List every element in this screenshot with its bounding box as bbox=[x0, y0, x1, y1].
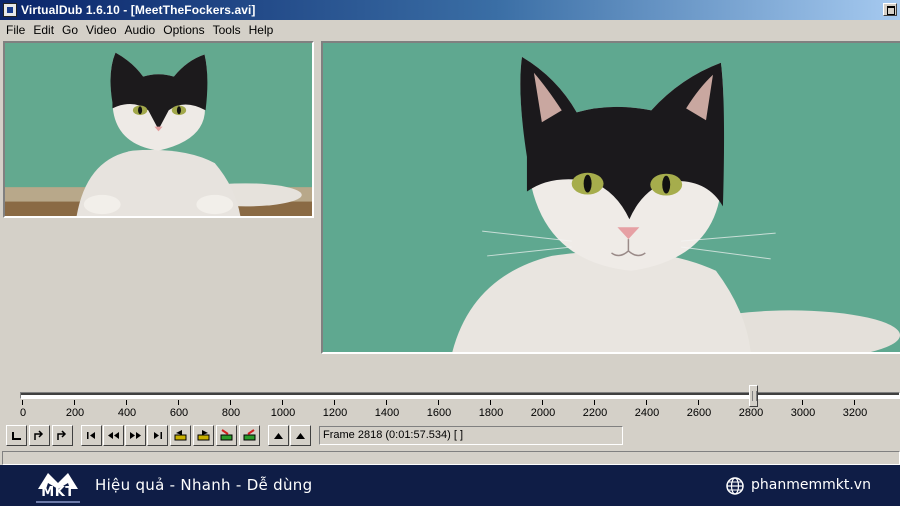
play-output-button[interactable] bbox=[52, 425, 73, 446]
timeline-tick-label: 2200 bbox=[582, 407, 608, 419]
timeline-tick bbox=[438, 400, 439, 405]
timeline-tick-label: 3200 bbox=[842, 407, 868, 419]
timeline-tick bbox=[386, 400, 387, 405]
menu-bar: File Edit Go Video Audio Options Tools H… bbox=[0, 20, 900, 40]
timeline-tick-label: 1400 bbox=[374, 407, 400, 419]
scene-fwd-icon bbox=[243, 429, 256, 441]
prev-keyframe-button[interactable] bbox=[170, 425, 191, 446]
timeline-tick bbox=[854, 400, 855, 405]
mark-out-icon bbox=[296, 433, 305, 439]
timeline-tick bbox=[594, 400, 595, 405]
start-button[interactable] bbox=[81, 425, 102, 446]
menu-go[interactable]: Go bbox=[58, 23, 82, 37]
prev-frame-button[interactable] bbox=[103, 425, 124, 446]
timeline-tick-label: 3000 bbox=[790, 407, 816, 419]
timeline-tick-label: 800 bbox=[221, 407, 241, 419]
status-bar bbox=[2, 451, 900, 465]
timeline-tick bbox=[490, 400, 491, 405]
slogan-text: Hiệu quả - Nhanh - Dễ dùng bbox=[95, 476, 313, 494]
scene-rev-icon bbox=[220, 429, 233, 441]
timeline-tick-label: 1000 bbox=[270, 407, 296, 419]
position-slider-thumb[interactable] bbox=[749, 385, 758, 407]
timeline-tick-label: 2400 bbox=[634, 407, 660, 419]
play-output-icon bbox=[57, 430, 67, 440]
next-key-icon bbox=[197, 430, 210, 441]
timeline-tick-label: 200 bbox=[65, 407, 85, 419]
stop-button[interactable] bbox=[6, 425, 27, 446]
menu-file[interactable]: File bbox=[2, 23, 29, 37]
timeline-tick bbox=[334, 400, 335, 405]
timeline-tick-label: 600 bbox=[169, 407, 189, 419]
frame-status-field: Frame 2818 (0:01:57.534) [ ] bbox=[319, 426, 623, 445]
output-video-pane[interactable] bbox=[321, 41, 900, 354]
menu-video[interactable]: Video bbox=[82, 23, 120, 37]
next-icon bbox=[130, 432, 141, 439]
timeline-tick bbox=[126, 400, 127, 405]
start-icon bbox=[87, 432, 95, 439]
end-button[interactable] bbox=[147, 425, 168, 446]
mark-in-button[interactable] bbox=[268, 425, 289, 446]
play-input-icon bbox=[34, 430, 44, 440]
position-track[interactable] bbox=[20, 392, 900, 399]
timeline-tick-label: 1200 bbox=[322, 407, 348, 419]
timeline-tick bbox=[542, 400, 543, 405]
menu-audio[interactable]: Audio bbox=[121, 23, 160, 37]
window-title: VirtualDub 1.6.10 - [MeetTheFockers.avi] bbox=[21, 3, 256, 17]
logo-underline bbox=[36, 501, 80, 503]
virtualdub-window: VirtualDub 1.6.10 - [MeetTheFockers.avi]… bbox=[0, 0, 900, 506]
next-keyframe-button[interactable] bbox=[193, 425, 214, 446]
mark-out-button[interactable] bbox=[290, 425, 311, 446]
scene-rev-button[interactable] bbox=[216, 425, 237, 446]
website-link[interactable]: phanmemmkt.vn bbox=[751, 477, 871, 493]
timeline-tick bbox=[178, 400, 179, 405]
timeline-tick bbox=[282, 400, 283, 405]
timeline-tick bbox=[802, 400, 803, 405]
scene-fwd-button[interactable] bbox=[239, 425, 260, 446]
logo-text: MKT bbox=[41, 485, 75, 500]
mark-in-icon bbox=[274, 433, 283, 439]
input-video-pane[interactable] bbox=[3, 41, 314, 218]
timeline-tick-label: 0 bbox=[19, 407, 27, 419]
prev-icon bbox=[108, 432, 119, 439]
end-icon bbox=[154, 432, 162, 439]
mkt-logo: MKT bbox=[34, 469, 82, 503]
menu-help[interactable]: Help bbox=[245, 23, 278, 37]
timeline-tick-label: 2800 bbox=[738, 407, 764, 419]
timeline-tick bbox=[646, 400, 647, 405]
timeline-tick bbox=[22, 400, 23, 405]
timeline-tick-label: 2000 bbox=[530, 407, 556, 419]
title-bar[interactable]: VirtualDub 1.6.10 - [MeetTheFockers.avi] bbox=[0, 0, 900, 20]
timeline-tick-label: 1600 bbox=[426, 407, 452, 419]
timeline-tick bbox=[230, 400, 231, 405]
maximize-button[interactable] bbox=[883, 3, 897, 16]
play-input-button[interactable] bbox=[29, 425, 50, 446]
next-frame-button[interactable] bbox=[125, 425, 146, 446]
timeline-tick-label: 400 bbox=[117, 407, 137, 419]
stop-icon bbox=[12, 432, 21, 440]
menu-edit[interactable]: Edit bbox=[29, 23, 58, 37]
output-frame-image bbox=[323, 43, 900, 352]
prev-key-icon bbox=[174, 430, 187, 441]
input-frame-image bbox=[5, 43, 312, 216]
menu-options[interactable]: Options bbox=[159, 23, 208, 37]
timeline-tick bbox=[698, 400, 699, 405]
menu-tools[interactable]: Tools bbox=[209, 23, 245, 37]
footer-banner: MKT Hiệu quả - Nhanh - Dễ dùng phanmemmk… bbox=[0, 465, 900, 506]
timeline-tick-label: 2600 bbox=[686, 407, 712, 419]
globe-icon bbox=[726, 477, 744, 495]
timeline-tick bbox=[74, 400, 75, 405]
app-icon[interactable] bbox=[3, 3, 17, 17]
timeline-tick-label: 1800 bbox=[478, 407, 504, 419]
